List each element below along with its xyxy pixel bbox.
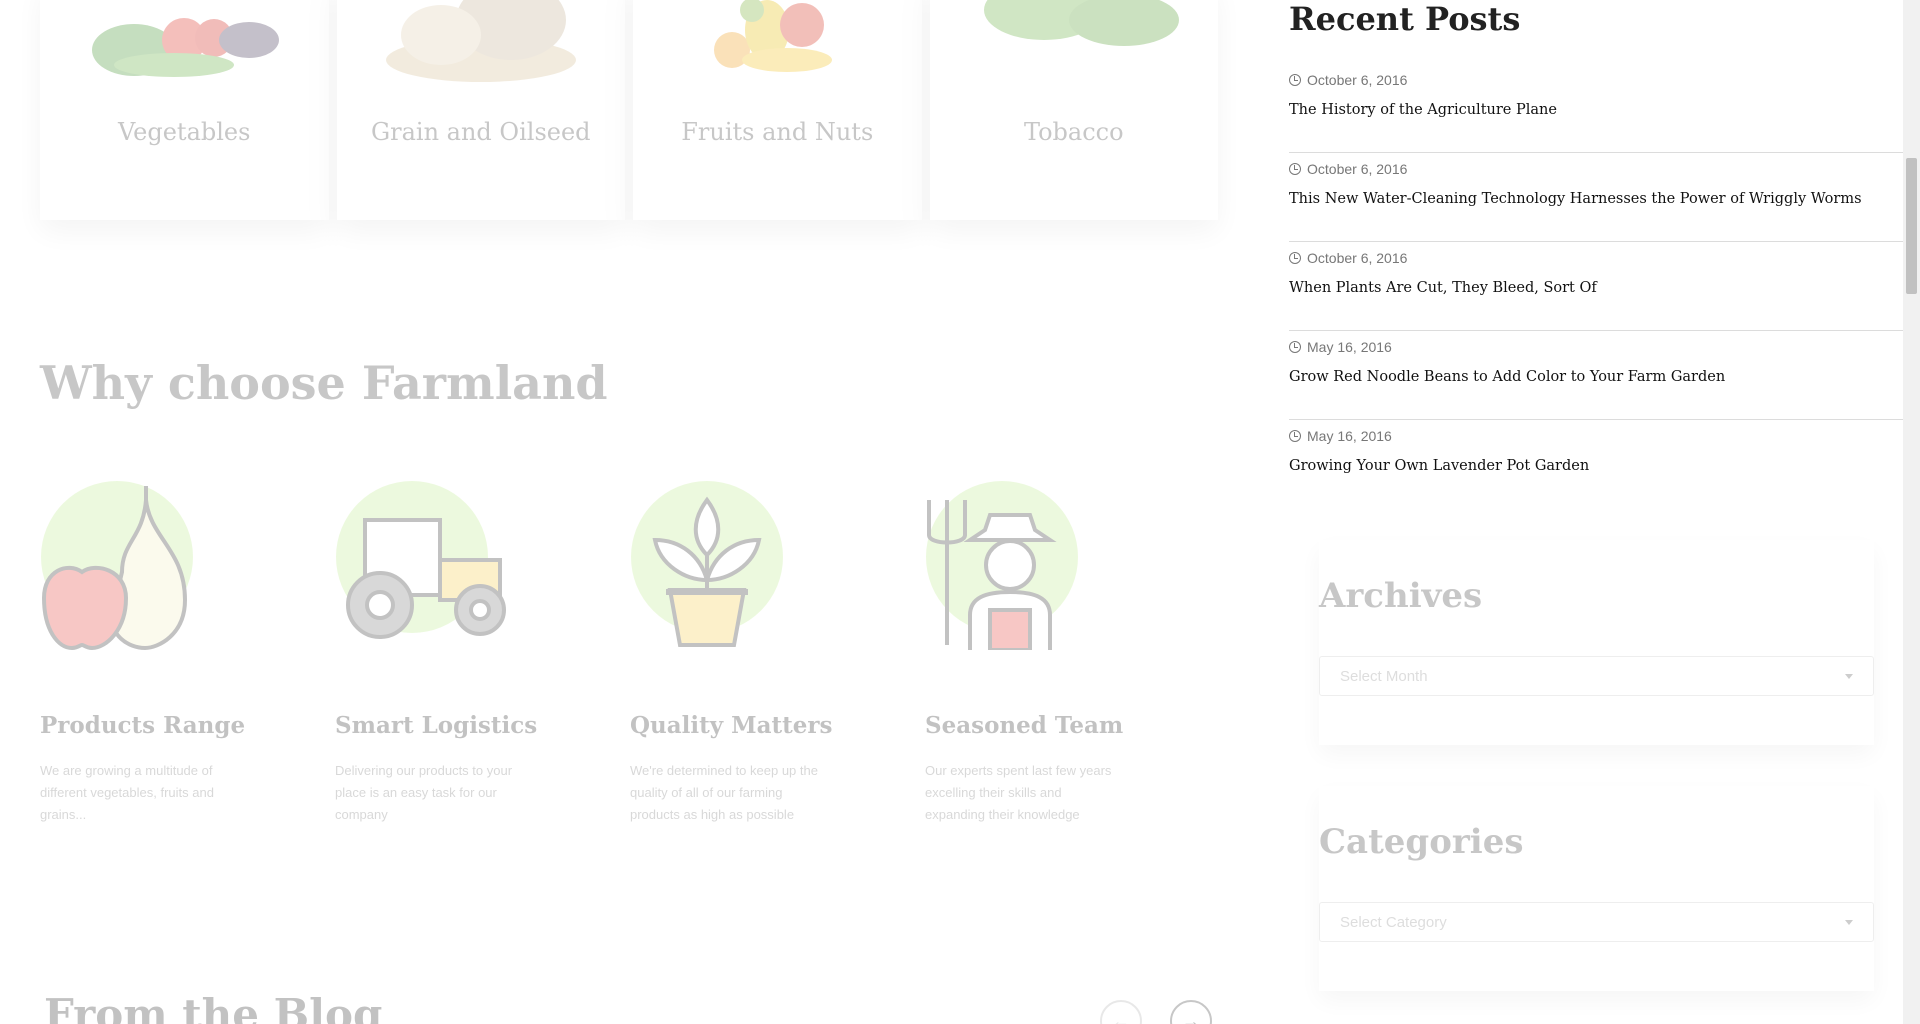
post-date-text: October 6, 2016 <box>1307 72 1408 88</box>
categories-title: Categories <box>1319 822 1524 862</box>
category-cards: Vegetables Grain and Oilseed Fruits and … <box>40 0 1218 220</box>
feature-title: Quality Matters <box>630 712 833 739</box>
post-date: May 16, 2016 <box>1289 339 1392 355</box>
feature-description: We are growing a multitude of different … <box>40 763 214 822</box>
feature-title: Seasoned Team <box>925 712 1124 739</box>
feature-seasoned-team: Seasoned Team Our experts spent last few… <box>925 480 1220 840</box>
feature-description: Delivering our products to your place is… <box>335 763 513 822</box>
category-card-tobacco[interactable]: Tobacco <box>929 0 1219 220</box>
arrow-right-icon: → <box>1182 1010 1200 1024</box>
scrollbar-thumb[interactable] <box>1906 158 1917 294</box>
archives-select-value: Select Month <box>1340 667 1428 685</box>
list-item: October 6, 2016 The History of the Agric… <box>1289 64 1903 153</box>
clock-icon <box>1289 430 1301 442</box>
feature-title: Smart Logistics <box>335 712 538 739</box>
main-content: Vegetables Grain and Oilseed Fruits and … <box>0 0 1250 1024</box>
list-item: October 6, 2016 This New Water-Cleaning … <box>1289 153 1903 242</box>
archives-widget: Archives Select Month <box>1319 540 1874 745</box>
list-item: May 16, 2016 Grow Red Noodle Beans to Ad… <box>1289 331 1903 420</box>
page-scrollbar[interactable] <box>1903 0 1920 1024</box>
feature-title: Products Range <box>40 712 246 739</box>
post-date: October 6, 2016 <box>1289 161 1407 177</box>
vegetables-image <box>40 0 329 90</box>
list-item: October 6, 2016 When Plants Are Cut, The… <box>1289 242 1903 331</box>
category-title: Vegetables <box>118 118 251 146</box>
fruits-icon <box>41 481 193 650</box>
post-link[interactable]: This New Water-Cleaning Technology Harne… <box>1289 191 1862 207</box>
sidebar: Recent Posts October 6, 2016 The History… <box>1289 0 1903 1024</box>
tobacco-image <box>930 0 1219 90</box>
features-row: Products Range We are growing a multitud… <box>40 480 1220 840</box>
archives-title: Archives <box>1319 576 1483 616</box>
clock-icon <box>1289 163 1301 175</box>
archives-select[interactable]: Select Month <box>1319 656 1874 696</box>
arrow-left-icon: ← <box>1112 1010 1130 1024</box>
categories-select-value: Select Category <box>1340 913 1447 931</box>
category-title: Grain and Oilseed <box>370 118 591 146</box>
post-date-text: October 6, 2016 <box>1307 250 1408 266</box>
post-date-text: October 6, 2016 <box>1307 161 1408 177</box>
chevron-down-icon <box>1845 674 1853 679</box>
feature-description: Our experts spent last few years excelli… <box>925 763 1112 822</box>
why-choose-title: Why choose Farmland <box>40 356 608 410</box>
feature-smart-logistics: Smart Logistics Delivering our products … <box>335 480 630 840</box>
blog-section-title: From the Blog <box>44 990 383 1024</box>
category-title: Fruits and Nuts <box>681 118 874 146</box>
blog-prev-button[interactable]: ← <box>1100 1000 1142 1024</box>
categories-widget: Categories Select Category <box>1319 786 1874 991</box>
fruits-image <box>633 0 922 90</box>
grain-image <box>337 0 626 90</box>
category-card-fruits[interactable]: Fruits and Nuts <box>633 0 922 220</box>
blog-next-button[interactable]: → <box>1170 1000 1212 1024</box>
post-link[interactable]: When Plants Are Cut, They Bleed, Sort Of <box>1289 280 1597 296</box>
post-date: October 6, 2016 <box>1289 72 1407 88</box>
chevron-down-icon <box>1845 920 1853 925</box>
feature-products-range: Products Range We are growing a multitud… <box>40 480 335 840</box>
post-date: May 16, 2016 <box>1289 428 1392 444</box>
post-link[interactable]: Growing Your Own Lavender Pot Garden <box>1289 458 1589 474</box>
post-link[interactable]: The History of the Agriculture Plane <box>1289 102 1557 118</box>
clock-icon <box>1289 74 1301 86</box>
post-date-text: May 16, 2016 <box>1307 428 1392 444</box>
post-date: October 6, 2016 <box>1289 250 1407 266</box>
tractor-icon <box>336 481 506 639</box>
categories-select[interactable]: Select Category <box>1319 902 1874 942</box>
feature-description: We're determined to keep up the quality … <box>630 763 818 822</box>
clock-icon <box>1289 341 1301 353</box>
post-date-text: May 16, 2016 <box>1307 339 1392 355</box>
plant-pot-icon <box>631 481 783 647</box>
clock-icon <box>1289 252 1301 264</box>
category-title: Tobacco <box>1023 118 1124 146</box>
category-card-vegetables[interactable]: Vegetables <box>40 0 329 220</box>
recent-posts-title: Recent Posts <box>1289 0 1521 38</box>
list-item: May 16, 2016 Growing Your Own Lavender P… <box>1289 420 1903 509</box>
farmer-icon <box>926 481 1078 650</box>
category-card-grain[interactable]: Grain and Oilseed <box>336 0 626 220</box>
post-link[interactable]: Grow Red Noodle Beans to Add Color to Yo… <box>1289 369 1725 385</box>
feature-quality-matters: Quality Matters We're determined to keep… <box>630 480 925 840</box>
